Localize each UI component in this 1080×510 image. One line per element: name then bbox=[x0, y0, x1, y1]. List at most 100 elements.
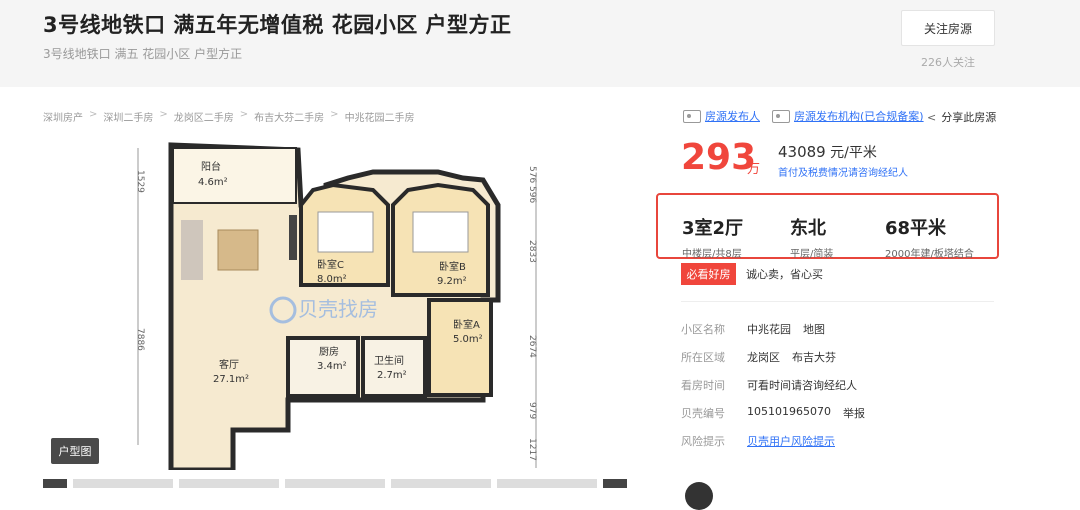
thumbnail-strip bbox=[43, 479, 630, 488]
unit-price: 43089 元/平米 bbox=[778, 142, 877, 162]
detail-label: 风险提示 bbox=[681, 435, 725, 448]
dim-label: 1217 bbox=[527, 438, 537, 461]
tv-stand-shape bbox=[289, 215, 297, 260]
dim-label: 2833 bbox=[527, 240, 537, 263]
breadcrumb-separator: > bbox=[159, 109, 168, 120]
orientation-info: 东北 平层/简装 bbox=[790, 214, 833, 260]
room-name: 阳台 bbox=[201, 160, 221, 173]
visit-time: 可看时间请咨询经纪人 bbox=[747, 379, 857, 392]
follow-button[interactable]: 关注房源 bbox=[901, 10, 995, 46]
must-see-row: 必看好房 诚心卖，省心买 bbox=[681, 262, 994, 286]
sofa-shape bbox=[181, 220, 203, 280]
bed-shape bbox=[317, 211, 374, 253]
detail-row-community: 小区名称 中兆花园 地图 bbox=[681, 321, 865, 349]
breadcrumb-separator: > bbox=[89, 109, 98, 120]
divider bbox=[681, 301, 994, 302]
breadcrumb-separator: > bbox=[330, 109, 339, 120]
thumbnail[interactable] bbox=[497, 479, 597, 488]
map-link[interactable]: 地图 bbox=[803, 321, 825, 349]
must-see-badge: 必看好房 bbox=[681, 263, 736, 285]
breadcrumb: 深圳房产 > 深圳二手房 > 龙岗区二手房 > 布吉大芬二手房 > 中兆花园二手房 bbox=[43, 109, 415, 124]
room-area: 3.4m² bbox=[317, 361, 347, 372]
share-label: 分享此房源 bbox=[941, 111, 997, 124]
floorplan-image[interactable]: 1529 7886 576 596 2833 2674 979 1217 阳台 … bbox=[43, 130, 630, 473]
floorplan-drawing: 1529 7886 576 596 2833 2674 979 1217 阳台 … bbox=[135, 142, 537, 473]
dim-label: 979 bbox=[527, 402, 537, 419]
detail-row-risk: 风险提示 贝壳用户风险提示 bbox=[681, 433, 865, 461]
breadcrumb-item[interactable]: 中兆花园二手房 bbox=[345, 109, 415, 124]
area-info: 68平米 2000年建/板塔结合 bbox=[885, 214, 974, 260]
publisher-info: 房源发布人 房源发布机构(已合规备案) bbox=[683, 108, 924, 124]
dim-label: 1529 bbox=[135, 170, 145, 193]
risk-link[interactable]: 贝壳用户风险提示 bbox=[747, 433, 835, 461]
room-name: 卧室B bbox=[439, 260, 466, 273]
dim-label: 576 bbox=[527, 166, 537, 183]
thumb-prev-arrow[interactable] bbox=[43, 479, 67, 488]
room-name: 卫生间 bbox=[374, 354, 404, 367]
bathroom-room bbox=[361, 336, 427, 398]
thumb-next-arrow[interactable] bbox=[603, 479, 627, 488]
dim-label: 7886 bbox=[135, 328, 145, 351]
room-area: 8.0m² bbox=[317, 274, 347, 285]
info-main: 68平米 bbox=[885, 218, 947, 239]
breadcrumb-item[interactable]: 龙岗区二手房 bbox=[174, 109, 234, 124]
thumbnail[interactable] bbox=[285, 479, 385, 488]
breadcrumb-item[interactable]: 布吉大芬二手房 bbox=[254, 109, 324, 124]
bed-shape bbox=[412, 211, 469, 253]
share-button[interactable]: < 分享此房源 bbox=[927, 109, 996, 125]
share-icon: < bbox=[927, 110, 937, 124]
thumbnail[interactable] bbox=[391, 479, 491, 488]
room-area: 4.6m² bbox=[198, 177, 228, 188]
room-name: 客厅 bbox=[219, 358, 239, 371]
detail-label: 所在区域 bbox=[681, 351, 725, 364]
info-sub: 平层/简装 bbox=[790, 249, 834, 260]
agent-avatar[interactable] bbox=[685, 482, 713, 510]
district-link[interactable]: 龙岗区 bbox=[747, 349, 780, 377]
bedroom-a-room bbox=[427, 298, 493, 397]
unit-price-value: 43089 bbox=[778, 143, 826, 161]
detail-list: 小区名称 中兆花园 地图 所在区域 龙岗区 布吉大芬 看房时间 可看时间请咨询经… bbox=[681, 321, 865, 461]
listing-subtitle: 3号线地铁口 满五 花园小区 户型方正 bbox=[43, 47, 243, 61]
detail-row-area: 所在区域 龙岗区 布吉大芬 bbox=[681, 349, 865, 377]
info-sub: 中楼层/共8层 bbox=[682, 249, 742, 260]
community-name[interactable]: 中兆花园 bbox=[747, 321, 791, 349]
floorplan-tag: 户型图 bbox=[51, 438, 99, 464]
tax-note-link[interactable]: 首付及税费情况请咨询经纪人 bbox=[778, 164, 908, 179]
publisher-link[interactable]: 房源发布人 bbox=[705, 108, 760, 124]
listing-id: 105101965070 bbox=[747, 405, 831, 418]
room-area: 2.7m² bbox=[377, 370, 407, 381]
thumbnail[interactable] bbox=[73, 479, 173, 488]
info-main: 东北 bbox=[790, 218, 826, 239]
report-link[interactable]: 举报 bbox=[843, 405, 865, 433]
listing-title: 3号线地铁口 满五年无增值税 花园小区 户型方正 bbox=[43, 13, 512, 37]
thumbnail[interactable] bbox=[179, 479, 279, 488]
header-bar: 3号线地铁口 满五年无增值税 花园小区 户型方正 3号线地铁口 满五 花园小区 … bbox=[0, 0, 1080, 87]
balcony-room bbox=[172, 147, 297, 204]
room-area: 27.1m² bbox=[213, 374, 249, 385]
detail-label: 贝壳编号 bbox=[681, 407, 725, 420]
room-name: 厨房 bbox=[319, 345, 339, 358]
id-card-icon bbox=[683, 109, 701, 123]
info-sub: 2000年建/板塔结合 bbox=[885, 249, 974, 260]
breadcrumb-separator: > bbox=[239, 109, 249, 120]
total-price: 293 bbox=[681, 137, 757, 178]
breadcrumb-item[interactable]: 深圳房产 bbox=[43, 109, 83, 124]
room-name: 卧室C bbox=[317, 258, 344, 271]
breadcrumb-item[interactable]: 深圳二手房 bbox=[103, 109, 153, 124]
follow-count: 226人关注 bbox=[921, 56, 975, 69]
watermark-text: 贝壳找房 bbox=[298, 297, 378, 321]
detail-label: 小区名称 bbox=[681, 323, 725, 336]
total-price-unit: 万 bbox=[747, 162, 761, 177]
coffee-table-shape bbox=[217, 229, 259, 271]
subarea-link[interactable]: 布吉大芬 bbox=[792, 349, 836, 377]
dim-label: 596 bbox=[527, 186, 537, 203]
must-see-text: 诚心卖，省心买 bbox=[746, 268, 823, 281]
unit-price-unit: 元/平米 bbox=[830, 145, 877, 161]
detail-label: 看房时间 bbox=[681, 379, 725, 392]
detail-row-id: 贝壳编号 105101965070 举报 bbox=[681, 405, 865, 433]
room-area: 5.0m² bbox=[453, 334, 483, 345]
detail-row-visit: 看房时间 可看时间请咨询经纪人 bbox=[681, 377, 865, 405]
room-area: 9.2m² bbox=[437, 276, 467, 287]
agency-link[interactable]: 房源发布机构(已合规备案) bbox=[794, 108, 924, 124]
room-type-info: 3室2厅 中楼层/共8层 bbox=[682, 214, 743, 260]
